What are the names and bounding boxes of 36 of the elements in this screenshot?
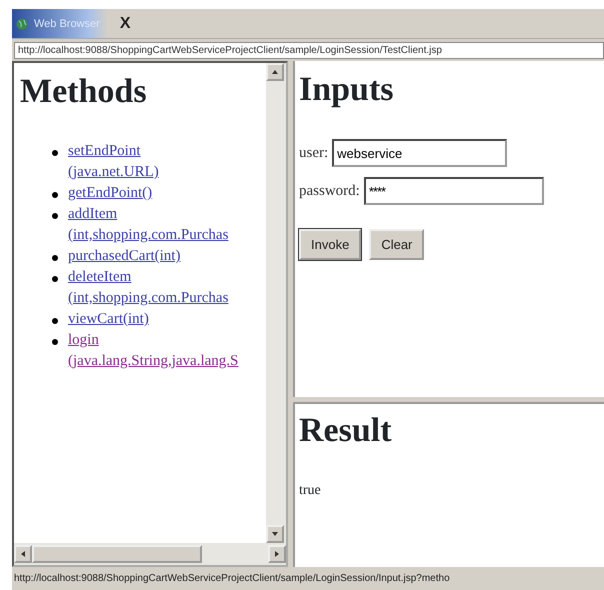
scroll-right-button[interactable]	[268, 545, 286, 563]
bullet-icon	[52, 213, 58, 219]
method-link[interactable]: login (java.lang.String,java.lang.S	[68, 330, 238, 372]
clear-button[interactable]: Clear	[369, 229, 424, 260]
section-heading: Methods	[20, 73, 148, 111]
status-text: http://localhost:9088/ShoppingCartWebServiceProjectClient/sample/LoginSession/Input.jsp?metho	[14, 573, 450, 584]
right-arrow-icon	[274, 551, 280, 557]
bullet-icon	[52, 318, 58, 324]
close-icon[interactable]: X	[120, 14, 130, 32]
bullet-icon	[52, 255, 58, 261]
field-label: user:	[299, 144, 328, 163]
scroll-left-button[interactable]	[14, 545, 32, 563]
scroll-thumb[interactable]	[32, 545, 202, 563]
up-arrow-icon	[272, 69, 278, 75]
method-link[interactable]: setEndPoint (java.net.URL)	[68, 141, 159, 183]
vertical-scrollbar[interactable]	[266, 63, 286, 543]
method-link[interactable]: getEndPoint()	[68, 183, 152, 204]
down-arrow-icon	[272, 531, 278, 537]
horizontal-scrollbar[interactable]	[14, 543, 286, 565]
field-label: password:	[299, 182, 360, 201]
scroll-up-button[interactable]	[266, 63, 284, 81]
bullet-icon	[52, 192, 58, 198]
user-field[interactable]: webservice	[332, 139, 508, 167]
scroll-down-button[interactable]	[266, 525, 284, 543]
section-heading: Result	[299, 412, 393, 450]
invoke-button[interactable]: Invoke	[299, 229, 362, 260]
section-heading: Inputs	[299, 71, 395, 109]
password-field[interactable]: ****	[364, 177, 544, 205]
method-link[interactable]: viewCart(int)	[68, 309, 149, 330]
result-value: true	[299, 482, 322, 500]
address-field[interactable]: http://localhost:9088/ShoppingCartWebServiceProjectClient/sample/LoginSession/TestClient.jsp	[14, 42, 604, 59]
bullet-icon	[52, 276, 58, 282]
bullet-icon	[52, 339, 58, 345]
bullet-icon	[52, 150, 58, 156]
method-link[interactable]: purchasedCart(int)	[68, 246, 180, 267]
left-arrow-icon	[20, 551, 26, 557]
